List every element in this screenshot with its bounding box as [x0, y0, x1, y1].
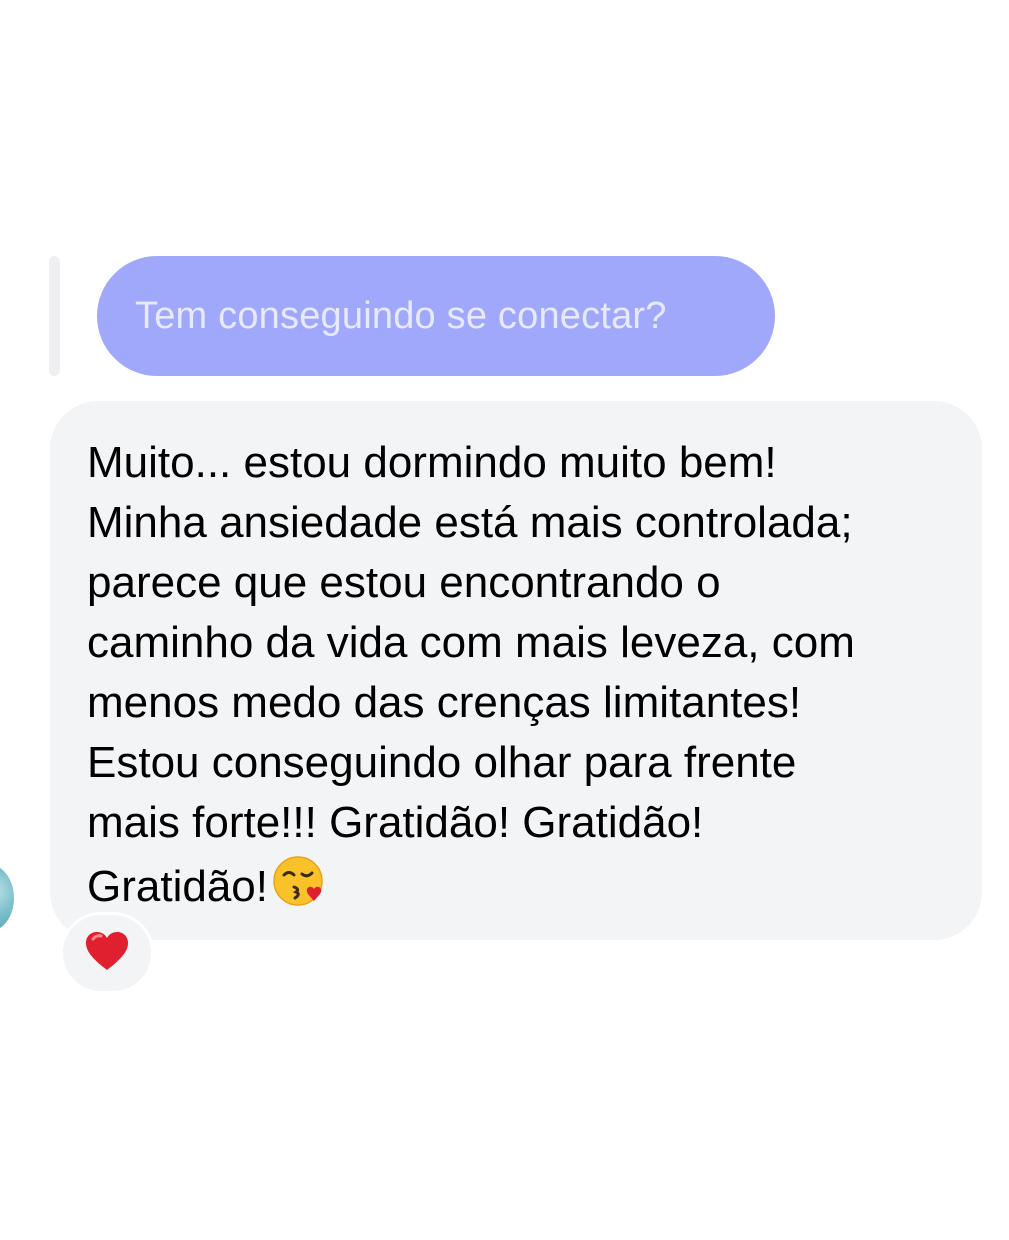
red-heart-icon — [84, 930, 130, 977]
message-line: Estou conseguindo olhar para frente — [87, 738, 797, 787]
quoted-message-bubble[interactable]: Tem conseguindo se conectar? — [97, 256, 775, 376]
message-line: Muito... estou dormindo muito bem! — [87, 438, 777, 487]
message-line: caminho da vida com mais leveza, com — [87, 618, 855, 667]
quoted-message-text: Tem conseguindo se conectar? — [135, 294, 667, 337]
message-line: parece que estou encontrando o — [87, 558, 721, 607]
message-bubble[interactable]: Muito... estou dormindo muito bem! Minha… — [50, 401, 982, 940]
message-line: mais forte!!! Gratidão! Gratidão! — [87, 798, 704, 847]
face-blowing-a-kiss-icon — [272, 853, 328, 925]
message-line: Minha ansiedade está mais controlada; — [87, 498, 853, 547]
message-line-text: Gratidão! — [87, 862, 268, 911]
avatar[interactable] — [0, 862, 16, 934]
message-line: menos medo das crenças limitantes! — [87, 678, 802, 727]
reaction-badge[interactable] — [60, 912, 154, 994]
reply-indicator-bar — [49, 256, 60, 376]
chat-view: Tem conseguindo se conectar? Muito... es… — [0, 0, 1009, 1240]
message-line-last: Gratidão! — [87, 853, 952, 925]
